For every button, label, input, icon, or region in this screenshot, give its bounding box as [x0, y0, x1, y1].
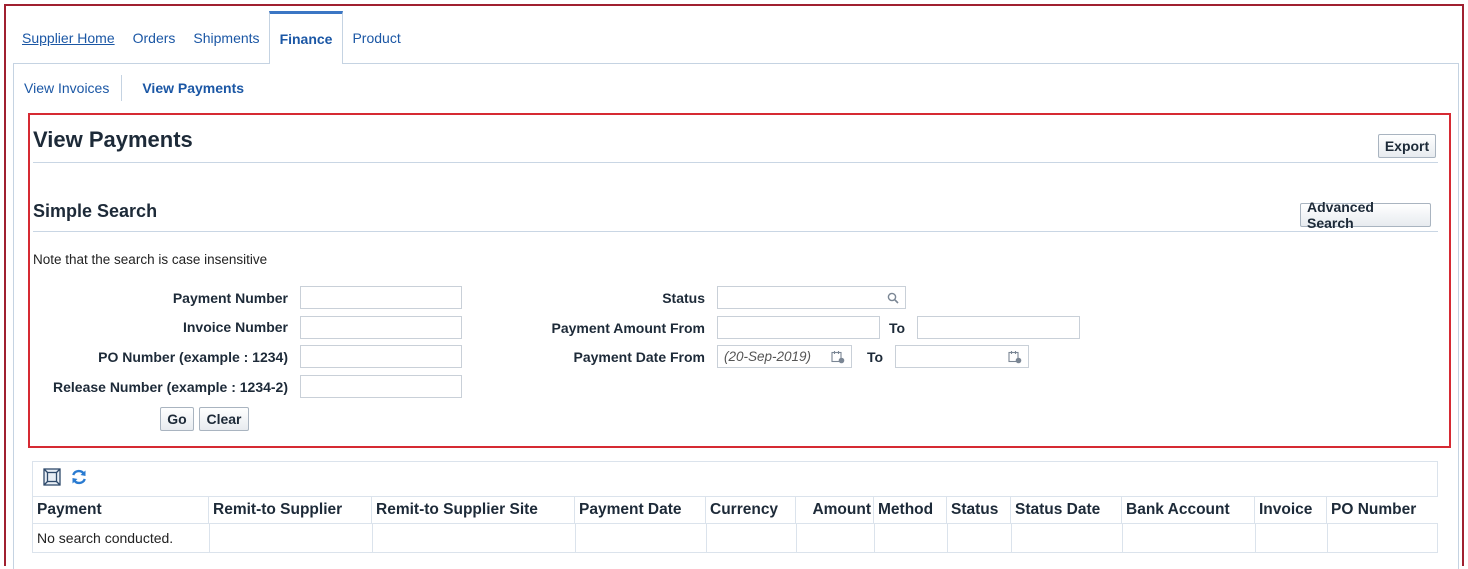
- amount-to-input[interactable]: [917, 316, 1080, 339]
- amount-from-label: Payment Amount From: [551, 320, 706, 336]
- release-number-input[interactable]: [300, 375, 462, 398]
- row-divider: [372, 524, 373, 553]
- date-to-input[interactable]: [895, 345, 1029, 368]
- po-number-input[interactable]: [300, 345, 462, 368]
- invoice-number-label: Invoice Number: [182, 319, 288, 335]
- column-header[interactable]: PO Number: [1327, 497, 1438, 523]
- row-divider: [209, 524, 210, 553]
- row-divider: [1011, 524, 1012, 553]
- table-toolbar: [42, 467, 88, 492]
- amount-from-input[interactable]: [717, 316, 880, 339]
- column-header[interactable]: Bank Account: [1122, 497, 1255, 523]
- row-divider: [1255, 524, 1256, 553]
- column-header[interactable]: Currency: [706, 497, 796, 523]
- date-from-label: Payment Date From: [573, 349, 705, 365]
- column-header[interactable]: Remit-to Supplier Site: [372, 497, 575, 523]
- advanced-search-button[interactable]: Advanced Search: [1300, 199, 1431, 231]
- tab-orders[interactable]: Orders: [124, 11, 185, 64]
- header-bottom-line: [32, 523, 1438, 524]
- page-title: View Payments: [33, 127, 193, 152]
- column-header[interactable]: Amount: [796, 497, 874, 523]
- row-divider: [706, 524, 707, 553]
- main-tabs: Supplier Home Orders Shipments Finance P…: [13, 11, 410, 64]
- status-input[interactable]: [717, 286, 906, 309]
- amount-to-label: To: [889, 320, 906, 336]
- date-from-placeholder: (20-Sep-2019): [724, 349, 812, 364]
- row-divider: [575, 524, 576, 553]
- clear-button[interactable]: Clear: [199, 407, 249, 431]
- calendar-icon[interactable]: [1008, 350, 1022, 364]
- search-icon[interactable]: [887, 292, 899, 304]
- column-header[interactable]: Status Date: [1011, 497, 1122, 523]
- date-from-input[interactable]: (20-Sep-2019): [717, 345, 852, 368]
- po-number-label: PO Number (example : 1234): [98, 349, 288, 365]
- column-header[interactable]: Remit-to Supplier: [209, 497, 372, 523]
- section-title-simple-search: Simple Search: [33, 201, 158, 221]
- refresh-icon[interactable]: [70, 468, 88, 491]
- subtab-separator: [121, 75, 123, 101]
- tab-finance[interactable]: Finance: [268, 11, 344, 64]
- case-insensitive-note: Note that the search is case insensitive: [33, 252, 268, 267]
- detach-icon[interactable]: [42, 467, 62, 492]
- sub-tabs: View Invoices View Payments: [24, 75, 244, 101]
- subtab-view-invoices[interactable]: View Invoices: [24, 80, 109, 96]
- row-divider: [1327, 524, 1328, 553]
- column-header[interactable]: Status: [947, 497, 1011, 523]
- invoice-number-input[interactable]: [300, 316, 462, 339]
- column-header[interactable]: Payment Date: [575, 497, 706, 523]
- tab-product[interactable]: Product: [343, 11, 409, 64]
- payment-number-label: Payment Number: [172, 290, 288, 306]
- calendar-icon[interactable]: [831, 350, 845, 364]
- date-to-label: To: [867, 349, 884, 365]
- column-header[interactable]: Method: [874, 497, 947, 523]
- status-label: Status: [662, 290, 705, 306]
- column-header[interactable]: Invoice: [1255, 497, 1327, 523]
- empty-results-message: No search conducted.: [37, 530, 174, 546]
- tab-shipments[interactable]: Shipments: [184, 11, 268, 64]
- row-divider: [1122, 524, 1123, 553]
- tab-supplier-home[interactable]: Supplier Home: [13, 11, 124, 64]
- search-region-highlight: [28, 113, 1451, 448]
- go-button[interactable]: Go: [160, 407, 194, 431]
- row-divider: [947, 524, 948, 553]
- row-divider: [874, 524, 875, 553]
- export-button[interactable]: Export: [1378, 134, 1436, 158]
- title-divider: [33, 162, 1438, 163]
- payment-number-input[interactable]: [300, 286, 462, 309]
- subtab-view-payments[interactable]: View Payments: [142, 80, 244, 96]
- release-number-label: Release Number (example : 1234-2): [53, 379, 288, 395]
- section-divider: [33, 231, 1438, 232]
- row-divider: [796, 524, 797, 553]
- column-header[interactable]: Payment: [33, 497, 209, 523]
